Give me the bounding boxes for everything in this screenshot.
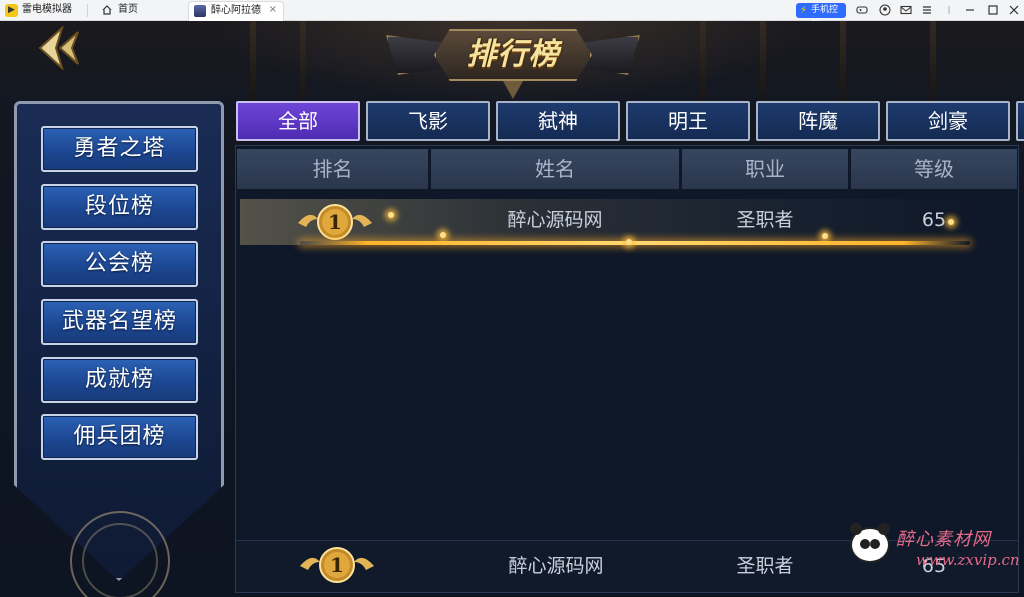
sparkle xyxy=(388,212,394,218)
bolt-icon: ⚡ xyxy=(800,5,808,16)
sidebar-item-weapon-fame[interactable]: 武器名望榜 xyxy=(41,299,198,345)
game-tab-label: 醉心阿拉德 xyxy=(211,5,261,16)
watermark: 醉心素材网 www.zxvip.cn xyxy=(846,521,1020,591)
leaderboard-banner: 排行榜 xyxy=(378,21,648,99)
gold-medal-icon: 1 xyxy=(298,204,372,240)
tab-shishen[interactable]: 弑神 xyxy=(496,101,620,141)
column-header-level: 等级 xyxy=(851,149,1017,189)
sidebar-ornament xyxy=(82,523,158,597)
player-name: 醉心源码网 xyxy=(507,209,603,231)
maximize-icon[interactable] xyxy=(987,4,999,16)
page-title: 排行榜 xyxy=(466,37,560,72)
emulator-app-name: 雷电模拟器 xyxy=(22,4,72,15)
medal-rank-number: 1 xyxy=(328,210,342,234)
my-job: 圣职者 xyxy=(736,555,794,577)
gold-medal-icon: 1 xyxy=(300,547,374,583)
panda-logo-icon xyxy=(850,523,890,563)
sidebar-item-tower[interactable]: 勇者之塔 xyxy=(41,126,198,172)
game-tab[interactable]: 醉心阿拉德 × xyxy=(188,1,284,21)
close-tab-icon[interactable]: × xyxy=(269,4,277,15)
tab-feiying[interactable]: 飞影 xyxy=(366,101,490,141)
my-rank-number: 1 xyxy=(330,553,344,577)
tab-jianhao[interactable]: 剑豪 xyxy=(886,101,1010,141)
background-pillar xyxy=(300,21,306,101)
phone-control-button[interactable]: ⚡ 手机控制 xyxy=(796,3,846,30)
mail-icon[interactable] xyxy=(900,4,912,16)
banner-ornament xyxy=(503,81,523,99)
gamepad-icon[interactable] xyxy=(856,4,868,16)
home-icon[interactable] xyxy=(102,5,112,15)
sidebar-item-guild[interactable]: 公会榜 xyxy=(41,241,198,287)
background-pillar xyxy=(840,21,846,101)
home-tab-label[interactable]: 首页 xyxy=(118,3,138,17)
sparkle xyxy=(626,239,632,245)
sparkle xyxy=(948,219,954,225)
sidebar-item-rank-tier[interactable]: 段位榜 xyxy=(41,184,198,230)
background-pillar xyxy=(250,21,256,101)
sidebar-item-mercenary[interactable]: 佣兵团榜 xyxy=(41,414,198,460)
game-screen: 排行榜 勇者之塔 段位榜 公会榜 武器名望榜 成就榜 佣兵团榜 全部 飞影 弑神… xyxy=(0,21,1024,597)
player-level: 65 xyxy=(921,209,947,231)
highlight-glow-line xyxy=(300,241,970,245)
tab-zhenmo[interactable]: 阵魔 xyxy=(756,101,880,141)
rank-cell: 1 xyxy=(240,199,430,245)
tab-all[interactable]: 全部 xyxy=(236,101,360,141)
watermark-url: www.zxvip.cn xyxy=(916,551,1020,569)
separator-icon xyxy=(948,6,950,14)
emulator-titlebar: ▶ 雷电模拟器 首页 醉心阿拉德 × ⚡ 手机控制 xyxy=(0,0,1024,30)
close-icon[interactable] xyxy=(1008,4,1020,16)
watermark-text: 醉心素材网 xyxy=(896,529,991,550)
sparkle xyxy=(822,233,828,239)
tab-more[interactable] xyxy=(1016,101,1024,141)
my-name: 醉心源码网 xyxy=(508,555,604,577)
user-icon[interactable] xyxy=(879,4,891,16)
game-tab-icon xyxy=(194,5,206,17)
background-pillar xyxy=(700,21,706,101)
column-header-name: 姓名 xyxy=(431,149,679,189)
column-header-job: 职业 xyxy=(682,149,848,189)
emulator-logo-icon: ▶ xyxy=(5,4,18,17)
sidebar-item-achievement[interactable]: 成就榜 xyxy=(41,357,198,403)
background-pillar xyxy=(760,21,766,101)
column-header-rank: 排名 xyxy=(237,149,428,189)
minimize-icon[interactable] xyxy=(964,4,976,16)
titlebar-divider xyxy=(87,4,88,17)
table-row[interactable]: 1 醉心源码网 圣职者 65 xyxy=(240,199,975,245)
back-arrow-icon[interactable] xyxy=(34,26,86,70)
sparkle xyxy=(440,232,446,238)
menu-icon[interactable] xyxy=(921,4,933,16)
tab-mingwang[interactable]: 明王 xyxy=(626,101,750,141)
background-pillar xyxy=(930,21,936,101)
